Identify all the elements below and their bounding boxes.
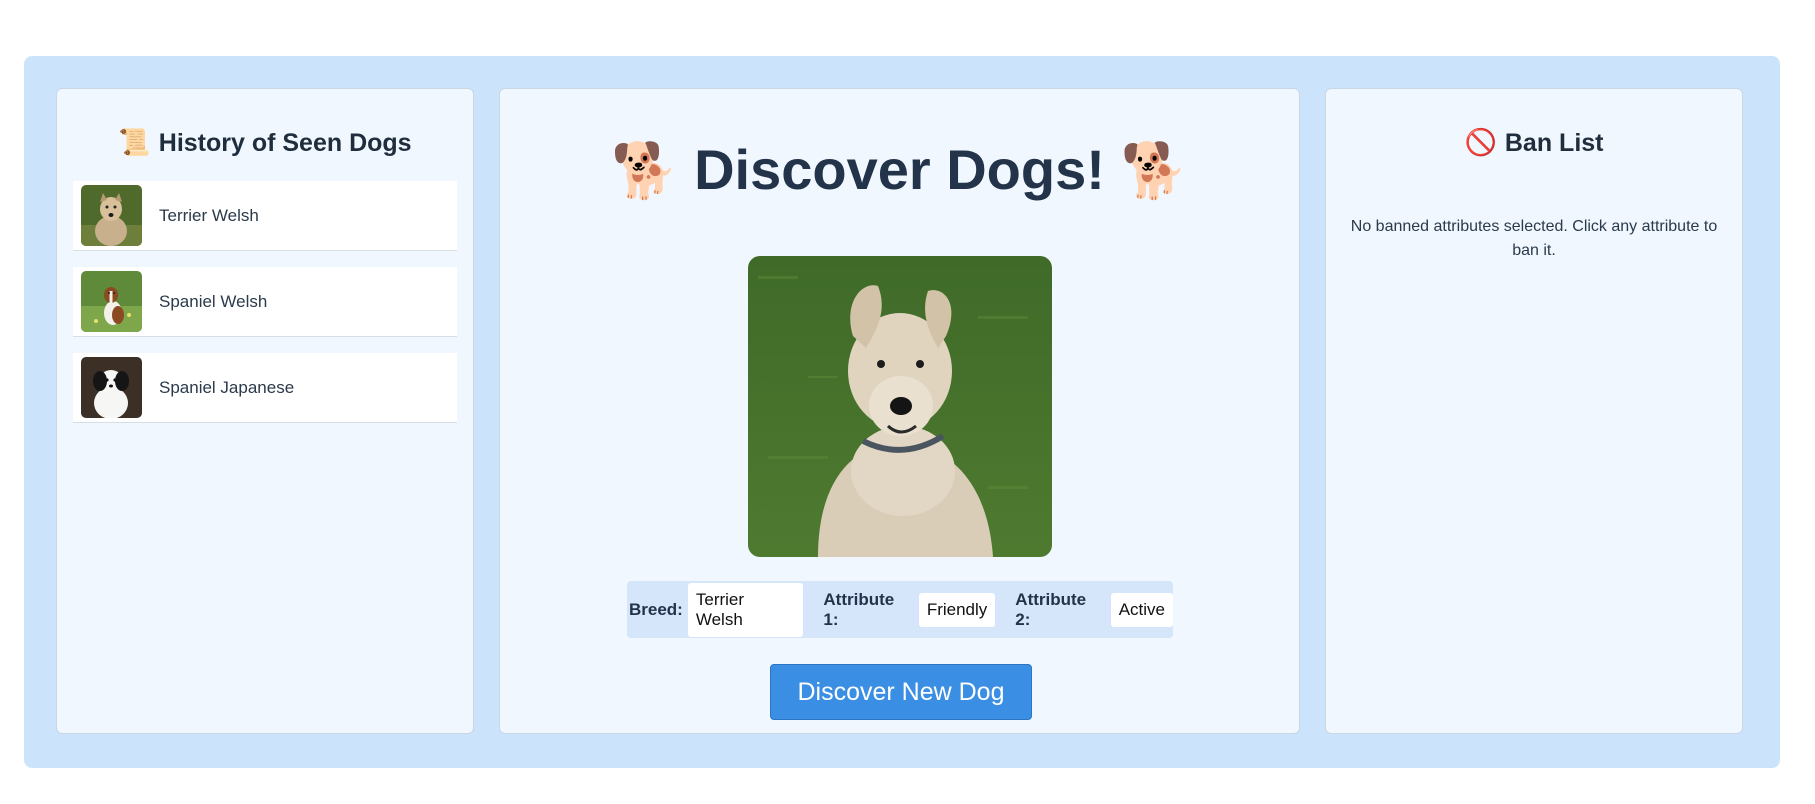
dog-thumbnail: [81, 271, 142, 332]
history-list: Terrier Welsh Spaniel Welsh Spaniel Japa…: [73, 181, 457, 439]
discover-new-dog-button[interactable]: Discover New Dog: [770, 664, 1032, 720]
history-item-label: Spaniel Welsh: [159, 291, 268, 311]
breed-value-button[interactable]: Terrier Welsh: [687, 582, 804, 637]
history-title: 📜 History of Seen Dogs: [57, 127, 473, 158]
history-item-label: Terrier Welsh: [159, 205, 259, 225]
page-title-text: Discover Dogs!: [694, 138, 1105, 201]
attribute-bar: Breed: Terrier Welsh Attribute 1: Friend…: [627, 581, 1174, 638]
history-title-text: History of Seen Dogs: [158, 129, 412, 157]
history-item[interactable]: Terrier Welsh: [73, 181, 457, 251]
dog-thumbnail: [81, 185, 142, 246]
scroll-icon: 📜: [118, 127, 151, 157]
attribute-2-value-button[interactable]: Active: [1110, 592, 1174, 627]
ban-list-title-text: Ban List: [1504, 129, 1604, 157]
dog-icon: 🐕: [611, 141, 679, 201]
history-panel: 📜 History of Seen Dogs Terrier Welsh Spa…: [56, 88, 474, 734]
discover-panel: 🐕 Discover Dogs! 🐕 Breed: Terrier Welsh …: [499, 88, 1300, 734]
ban-list-panel: 🚫 Ban List No banned attributes selected.…: [1325, 88, 1743, 734]
dog-photo: [748, 256, 1052, 557]
ban-list-empty-message: No banned attributes selected. Click any…: [1350, 218, 1718, 259]
attribute-1-label: Attribute 1:: [823, 589, 895, 629]
dog-icon: 🐕: [1120, 141, 1188, 201]
page-title: 🐕 Discover Dogs! 🐕: [500, 135, 1299, 206]
ban-list-title: 🚫 Ban List: [1326, 127, 1742, 158]
attribute-2-label: Attribute 2:: [1015, 589, 1087, 629]
history-item-label: Spaniel Japanese: [159, 377, 295, 397]
attribute-1-value-button[interactable]: Friendly: [918, 592, 996, 627]
history-item[interactable]: Spaniel Welsh: [73, 267, 457, 337]
app-container: 📜 History of Seen Dogs Terrier Welsh Spa…: [24, 56, 1780, 768]
dog-thumbnail: [81, 357, 142, 418]
prohibited-icon: 🚫: [1464, 127, 1497, 157]
history-item[interactable]: Spaniel Japanese: [73, 353, 457, 423]
breed-label: Breed:: [629, 599, 683, 619]
